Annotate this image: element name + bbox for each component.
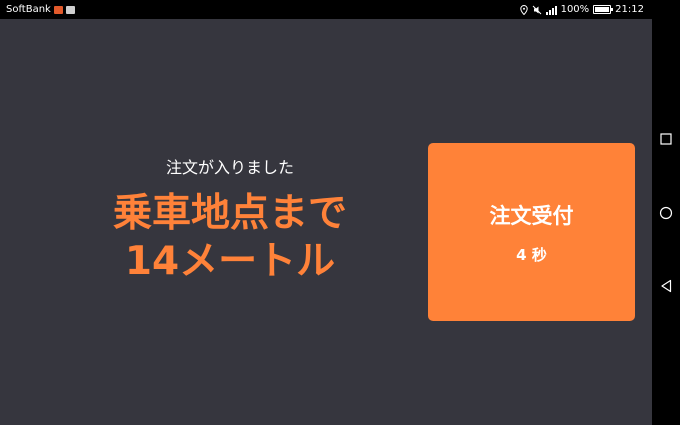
home-button[interactable] [652, 199, 680, 227]
carrier-status-icon [65, 5, 75, 14]
battery-icon [593, 5, 614, 14]
order-received-notice: 注文が入りました [165, 158, 294, 177]
signal-icon [545, 5, 557, 15]
back-button[interactable] [652, 272, 680, 300]
distance-headline-line1: 乗車地点まで [112, 191, 347, 236]
navigation-bar [652, 0, 680, 425]
recent-apps-button[interactable] [652, 125, 680, 153]
location-icon [519, 4, 528, 15]
triangle-back-icon [661, 279, 672, 293]
accept-countdown: 4 秒 [516, 246, 547, 264]
mute-icon [532, 5, 541, 14]
status-bar: SoftBank 100% 21:12 [0, 0, 652, 19]
circle-home-icon [659, 206, 673, 220]
status-bar-right: 100% 21:12 [519, 0, 644, 19]
carrier-name: SoftBank [6, 4, 51, 15]
square-recent-icon [660, 133, 672, 145]
distance-headline-line2: 14メートル [124, 239, 336, 284]
carrier-badge-icon [53, 5, 63, 14]
accept-order-label: 注文受付 [489, 204, 574, 228]
app-screen: SoftBank 100% 21:12 注文が入りました 乗車地点まで 14メー… [0, 0, 652, 425]
clock: 21:12 [615, 4, 644, 15]
status-bar-left: SoftBank [6, 0, 75, 19]
accept-order-button[interactable]: 注文受付 4 秒 [428, 143, 635, 321]
battery-percent: 100% [560, 4, 590, 15]
